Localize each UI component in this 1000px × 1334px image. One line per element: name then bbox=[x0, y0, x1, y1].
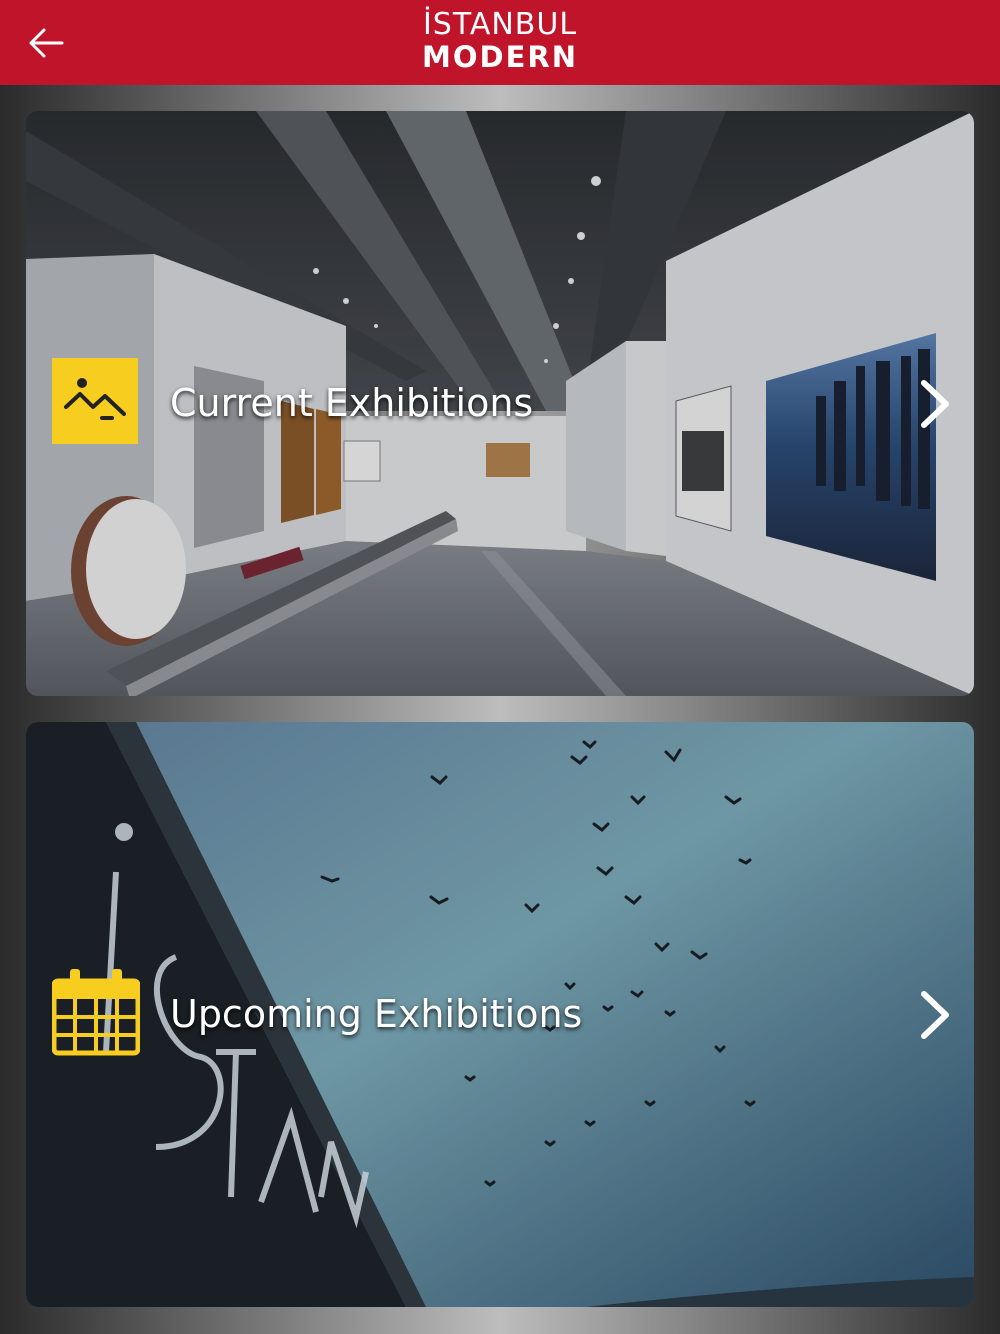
card-label: Upcoming Exhibitions bbox=[170, 992, 583, 1036]
image-icon bbox=[52, 358, 138, 444]
chevron-right-icon bbox=[921, 380, 949, 428]
current-exhibitions-card[interactable]: Current Exhibitions bbox=[26, 111, 974, 696]
upcoming-exhibitions-card[interactable]: Upcoming Exhibitions bbox=[26, 722, 974, 1307]
app-bar: İSTANBUL MODERN bbox=[0, 0, 1000, 85]
chevron-right-icon bbox=[921, 991, 949, 1039]
logo-line2: MODERN bbox=[422, 40, 578, 74]
calendar-icon bbox=[52, 969, 140, 1056]
logo-line1: İSTANBUL bbox=[422, 7, 578, 42]
card-label: Current Exhibitions bbox=[170, 381, 534, 425]
brand-logo: İSTANBUL MODERN bbox=[0, 7, 1000, 74]
